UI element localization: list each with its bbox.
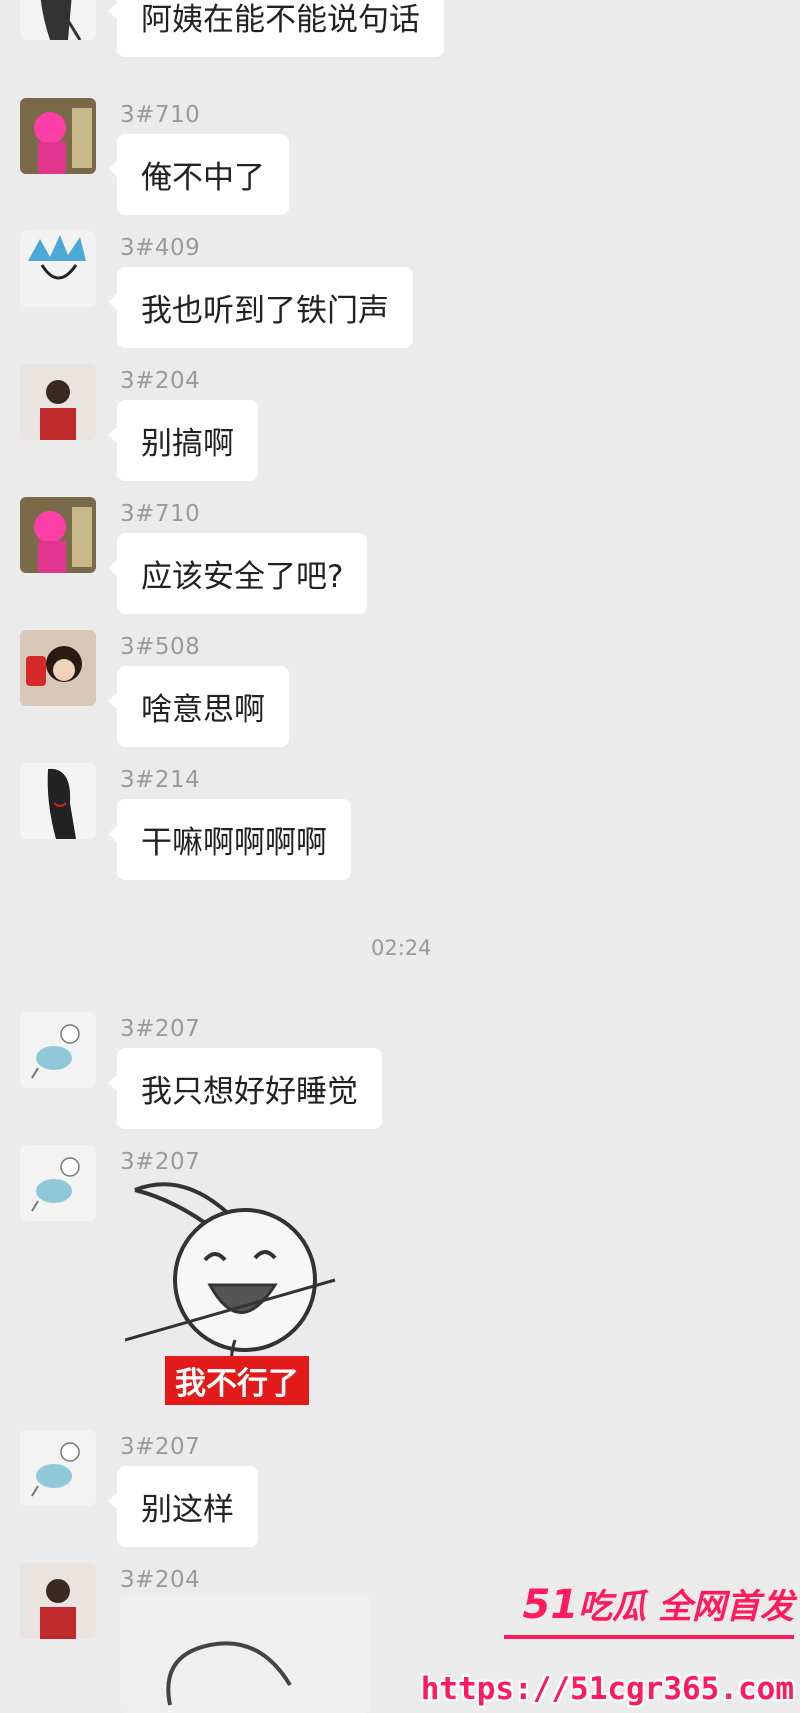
sender-label: 3#204 [120,368,201,394]
avatar[interactable] [20,98,96,174]
timestamp: 02:24 [371,936,432,960]
sender-label: 3#207 [120,1016,201,1042]
sender-label: 3#214 [120,767,201,793]
avatar[interactable] [20,763,96,839]
avatar[interactable] [20,630,96,706]
avatar[interactable] [20,1145,96,1221]
watermark: 51吃瓜 全网首发 https://51cgr365.com [421,1573,800,1713]
message-bubble[interactable]: 我只想好好睡觉 [108,1048,382,1129]
message-bubble[interactable]: 别搞啊 [108,400,258,481]
watermark-url: https://51cgr365.com [420,1671,794,1707]
message-bubble[interactable]: 我也听到了铁门声 [108,267,413,348]
avatar[interactable] [20,1430,96,1506]
message-bubble[interactable]: 干嘛啊啊啊啊 [108,799,351,880]
avatar[interactable] [20,0,96,40]
watermark-logo-number: 51 [522,1582,579,1628]
watermark-logo: 51吃瓜 全网首发 [522,1579,794,1628]
image-message[interactable] [120,1595,370,1713]
message-bubble[interactable]: 阿姨在能不能说句话 [108,0,444,57]
sender-label: 3#204 [120,1567,201,1593]
avatar[interactable] [20,1012,96,1088]
avatar[interactable] [20,231,96,307]
watermark-divider [504,1635,794,1639]
sender-label: 3#207 [120,1434,201,1460]
message-bubble[interactable]: 别这样 [108,1466,258,1547]
message-bubble[interactable]: 俺不中了 [108,134,289,215]
sender-label: 3#710 [120,102,201,128]
avatar[interactable] [20,364,96,440]
avatar[interactable] [20,497,96,573]
message-bubble[interactable]: 应该安全了吧? [107,533,368,614]
sender-label: 3#710 [120,501,201,527]
avatar[interactable] [20,1563,96,1639]
sticker-caption: 我不行了 [165,1356,309,1405]
watermark-logo-text: 吃瓜 全网首发 [578,1587,794,1627]
sender-label: 3#508 [120,634,201,660]
message-bubble[interactable]: 啥意思啊 [108,666,289,747]
sender-label: 3#409 [120,235,201,261]
